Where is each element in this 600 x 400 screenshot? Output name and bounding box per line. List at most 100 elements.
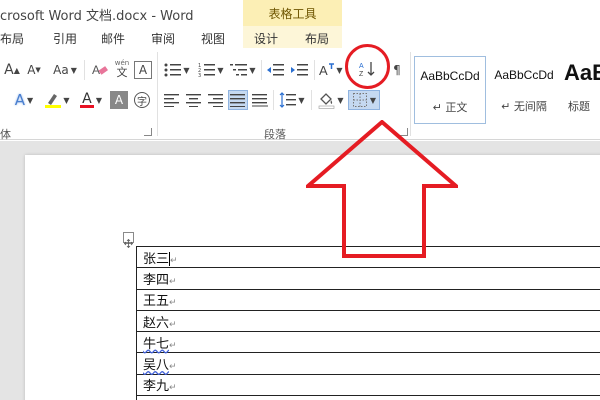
title-bar: 表格工具 crosoft Word 文档.docx - Word [0,0,600,26]
tab-mailings[interactable]: 邮件 [101,30,125,47]
table-row: 吴八↵ [136,352,600,375]
align-left-button[interactable] [162,90,182,110]
context-group-label: 表格工具 [268,7,317,21]
enclose-characters-label: 字 [134,92,150,108]
multilevel-list-button[interactable]: ▼ [228,60,258,80]
table-cell[interactable]: 吴八↵ [136,352,600,375]
table-row: 赵六↵ [136,309,600,333]
style-heading[interactable]: AaBl 标题 [562,56,600,124]
chinese-layout-icon: A [319,63,335,78]
tab-table-design[interactable]: 设计 [254,30,278,47]
tab-review[interactable]: 审阅 [151,30,175,47]
table-cell[interactable]: 王五↵ [136,288,600,311]
character-shading-label: A [114,93,124,107]
change-case-label: Aa [53,63,69,77]
tab-references[interactable]: 引用 [53,30,77,47]
cell-text: 李九 [143,379,170,395]
annotation-up-arrow [306,120,458,258]
enclose-characters-button[interactable]: 字 [132,90,152,110]
ribbon: A ▲ A ▼ Aa ▼ A wén 文 A A ▼ ▼ A ▼ A 字 体 ▼… [0,48,600,141]
table-tools-group: 表格工具 [243,0,342,26]
window-title: crosoft Word 文档.docx - Word [0,9,194,24]
style-no-spacing[interactable]: AaBbCcDd ↵ 无间隔 [488,56,560,124]
cell-text: 王五 [143,294,170,310]
table-row: 李九↵ [136,373,600,397]
styles-gallery: AaBbCcDd ↵ 正文 AaBbCcDd ↵ 无间隔 AaBl 标题 [414,56,600,124]
tab-page-layout[interactable]: 布局 [0,30,24,47]
style-normal-preview: AaBbCcDd [420,69,480,83]
numbering-button[interactable]: 123 ▼ [196,60,226,80]
distributed-button[interactable] [250,90,270,110]
numbered-list-icon: 123 [198,63,216,78]
separator [261,60,262,80]
separator [314,60,315,80]
shrink-font-button[interactable]: A ▼ [24,60,44,80]
table-row: 王五↵ [136,288,600,311]
table-move-handle[interactable] [123,232,134,249]
borders-icon [352,93,367,107]
font-color-button[interactable]: A ▼ [76,90,106,110]
character-shading-button[interactable]: A [110,91,128,109]
tab-table-layout[interactable]: 布局 [305,30,329,47]
align-right-button[interactable] [206,90,226,110]
table-row: 李四↵ [136,267,600,290]
chinese-layout-button[interactable]: A ▼ [318,60,344,80]
bullet-list-icon [164,63,182,77]
align-center-icon [186,94,201,107]
increase-indent-icon [291,64,308,76]
cell-text: 牛七 [143,336,170,352]
cell-text: 张三 [143,251,170,267]
show-hide-marks-button[interactable]: ¶ [392,60,402,80]
svg-text:3: 3 [198,73,201,78]
names-table[interactable]: 张三↵李四↵王五↵赵六↵牛七↵吴八↵李九↵高十↵ [136,245,600,400]
style-no-spacing-preview: AaBbCcDd [494,68,554,82]
style-normal[interactable]: AaBbCcDd ↵ 正文 [414,56,486,124]
decrease-indent-button[interactable] [265,60,287,80]
names-table-body: 张三↵李四↵王五↵赵六↵牛七↵吴八↵李九↵高十↵ [136,245,600,400]
svg-text:A: A [319,63,328,78]
style-normal-name: ↵ 正文 [432,101,468,114]
align-left-icon [164,94,179,107]
tab-view[interactable]: 视图 [201,30,225,47]
highlighter-icon [45,94,62,108]
move-icon [123,238,134,249]
font-dialog-launcher[interactable] [144,128,152,136]
multilevel-list-icon [230,64,248,76]
character-border-button[interactable]: A [134,61,152,79]
cell-text: 赵六 [143,315,170,331]
justify-button[interactable] [228,90,248,110]
decrease-indent-icon [267,64,284,76]
paint-bucket-icon [319,93,335,109]
table-cell[interactable]: 牛七↵ [136,331,600,354]
justify-icon [230,94,245,107]
text-effects-button[interactable]: A ▼ [10,90,38,110]
increase-indent-button[interactable] [289,60,311,80]
table-cell[interactable]: 李九↵ [136,373,600,397]
align-center-button[interactable] [184,90,204,110]
distributed-icon [252,94,268,107]
borders-button[interactable]: ▼ [348,90,380,110]
pilcrow-icon: ¶ [393,63,401,77]
paragraph-mark: ↵ [169,298,177,309]
clear-formatting-button[interactable]: A [90,60,110,80]
paragraph-mark: ↵ [169,276,177,287]
highlight-color-button[interactable]: ▼ [42,90,72,110]
cell-text: 吴八 [143,358,170,374]
phonetic-guide-button[interactable]: wén 文 [110,58,134,78]
change-case-button[interactable]: Aa ▼ [50,60,80,80]
bullets-button[interactable]: ▼ [162,60,192,80]
table-cell[interactable]: 高十↵ [136,395,600,400]
eraser-icon: A [92,63,108,77]
grow-font-button[interactable]: A ▲ [2,60,22,80]
table-row: 牛七↵ [136,331,600,354]
line-spacing-button[interactable]: ▼ [277,90,307,110]
shading-button[interactable]: ▼ [316,90,346,110]
separator [311,90,312,110]
group-separator [157,52,158,136]
style-no-spacing-name: ↵ 无间隔 [501,100,547,113]
annotation-circle [345,44,390,89]
table-cell[interactable]: 赵六↵ [136,309,600,333]
paragraph-mark: ↵ [169,319,177,330]
table-cell[interactable]: 李四↵ [136,267,600,290]
svg-text:A: A [92,63,100,77]
